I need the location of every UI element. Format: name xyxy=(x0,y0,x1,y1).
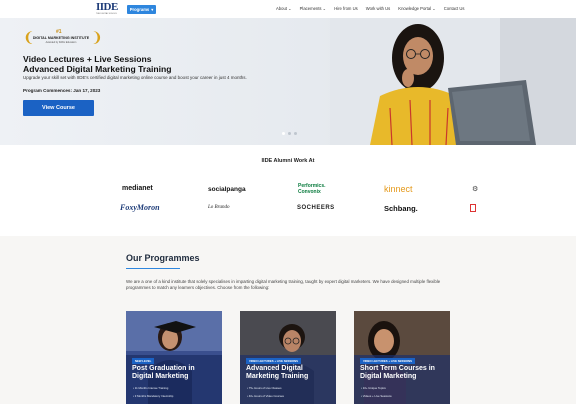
logo-subtext: THE DIGITAL SCHOOL xyxy=(96,13,118,15)
carousel-dot[interactable] xyxy=(294,132,297,135)
menu-item-hire[interactable]: Hire from Us xyxy=(334,6,358,11)
card-title-line2: Marketing Training xyxy=(246,373,309,380)
program-date: Program Commences: Jan 17, 2023 xyxy=(23,88,101,93)
card-title-line2: Digital Marketing xyxy=(132,373,189,380)
programs-button-label: Programs xyxy=(129,7,150,12)
hero-heading-line2: Advanced Digital Marketing Training xyxy=(23,64,172,74)
card-bullet: 40+ Hours of Video Courses xyxy=(247,394,284,398)
carousel-dot[interactable] xyxy=(282,132,285,135)
programmes-description: We are a one of a kind institute that so… xyxy=(126,279,441,291)
card-title: Advanced Digital Marketing Training xyxy=(246,365,308,381)
card-title-line1: Post Graduation in xyxy=(132,365,195,372)
title-underline xyxy=(126,268,180,269)
badge-rank: #1 xyxy=(56,29,62,35)
programme-card-advanced[interactable]: VIDEO LECTURES + LIVE SESSIONS Advanced … xyxy=(240,311,336,404)
chevron-down-icon: ▾ xyxy=(151,7,154,12)
card-tag: NEW LEVEL xyxy=(132,358,155,364)
programmes-section: Our Programmes We are a one of a kind in… xyxy=(0,236,576,404)
programme-card-short-term[interactable]: VIDEO LECTURES + LIVE SESSIONS Short Ter… xyxy=(354,311,450,404)
company-logo-lobrando: Lo Brando xyxy=(208,205,230,210)
partial-logo-icon xyxy=(470,204,476,212)
programmes-title: Our Programmes xyxy=(126,253,200,263)
card-tag: VIDEO LECTURES + LIVE SESSIONS xyxy=(246,358,302,364)
card-title-line1: Short Term Courses in xyxy=(360,365,435,372)
view-course-button[interactable]: View Course xyxy=(23,100,94,116)
card-bullet: 11 Months Intense Training xyxy=(133,386,169,390)
hero-banner: ❨ ❩ #1 DIGITAL MARKETING INSTITUTE Award… xyxy=(0,18,576,145)
hero-person-image xyxy=(330,18,576,145)
company-logo-socialpanga: socialpanga xyxy=(208,186,246,193)
card-title-line1: Advanced Digital xyxy=(246,365,303,372)
company-logo-medianet: medianet xyxy=(122,185,153,192)
logo-text: IIDE xyxy=(96,1,118,13)
top-nav: IIDE THE DIGITAL SCHOOL Programs ▾ About… xyxy=(0,0,576,18)
menu-item-placements[interactable]: Placements ⌄ xyxy=(300,6,327,11)
card-title-line2: Digital Marketing xyxy=(360,373,417,380)
partial-logo-icon: ⚙ xyxy=(472,186,479,193)
menu-item-about[interactable]: About ⌄ xyxy=(276,6,292,11)
card-bullet: 10+ Unique Topics xyxy=(361,386,386,390)
hero-subheading: Upgrade your skill set with IIDE's certi… xyxy=(23,75,247,80)
company-logo-foxymoron: FoxyMoron xyxy=(120,203,160,212)
card-title: Post Graduation in Digital Marketing xyxy=(132,365,195,381)
carousel-dot[interactable] xyxy=(288,132,291,135)
menu-item-contact[interactable]: Contact Us xyxy=(444,6,465,11)
programs-dropdown-button[interactable]: Programs ▾ xyxy=(127,5,156,14)
menu-item-work-with-us[interactable]: Work with Us xyxy=(366,6,391,11)
programme-card-pgdm[interactable]: NEW LEVEL Post Graduation in Digital Mar… xyxy=(126,311,222,404)
card-title: Short Term Courses in Digital Marketing xyxy=(360,365,435,381)
card-bullet: 75+ Hours of Live Classes xyxy=(247,386,282,390)
badge-subtitle: Awarded by IMAG Education xyxy=(45,41,77,44)
award-badge: ❨ ❩ #1 DIGITAL MARKETING INSTITUTE Award… xyxy=(23,28,103,46)
main-menu: About ⌄ Placements ⌄ Hire from Us Work w… xyxy=(276,6,465,11)
company-logo-socheers: SOCHEERS xyxy=(297,205,335,211)
iide-logo[interactable]: IIDE THE DIGITAL SCHOOL xyxy=(96,2,120,16)
company-logo-schbang: Schbang. xyxy=(384,204,418,213)
company-logo-kinnect: kinnect xyxy=(384,184,413,194)
card-tag: VIDEO LECTURES + LIVE SESSIONS xyxy=(360,358,416,364)
card-bullet: Videos + Live Sessions xyxy=(361,394,392,398)
alumni-logo-strip: medianet socialpanga Performics. Convoni… xyxy=(0,183,576,217)
laurel-right-icon: ❩ xyxy=(91,29,103,45)
menu-item-knowledge-portal[interactable]: Knowledge Portal ⌄ xyxy=(398,6,436,11)
alumni-section-title: IIDE Alumni Work At xyxy=(261,158,315,164)
company-logo-performics: Performics. Convonix xyxy=(298,183,326,195)
card-bullet: 3 Months Mandatory Internship xyxy=(133,394,174,398)
carousel-dots xyxy=(282,132,297,135)
hero-heading-line1: Video Lectures + Live Sessions xyxy=(23,54,152,64)
badge-title: DIGITAL MARKETING INSTITUTE xyxy=(32,36,90,40)
hero-heading: Video Lectures + Live Sessions Advanced … xyxy=(23,54,172,74)
